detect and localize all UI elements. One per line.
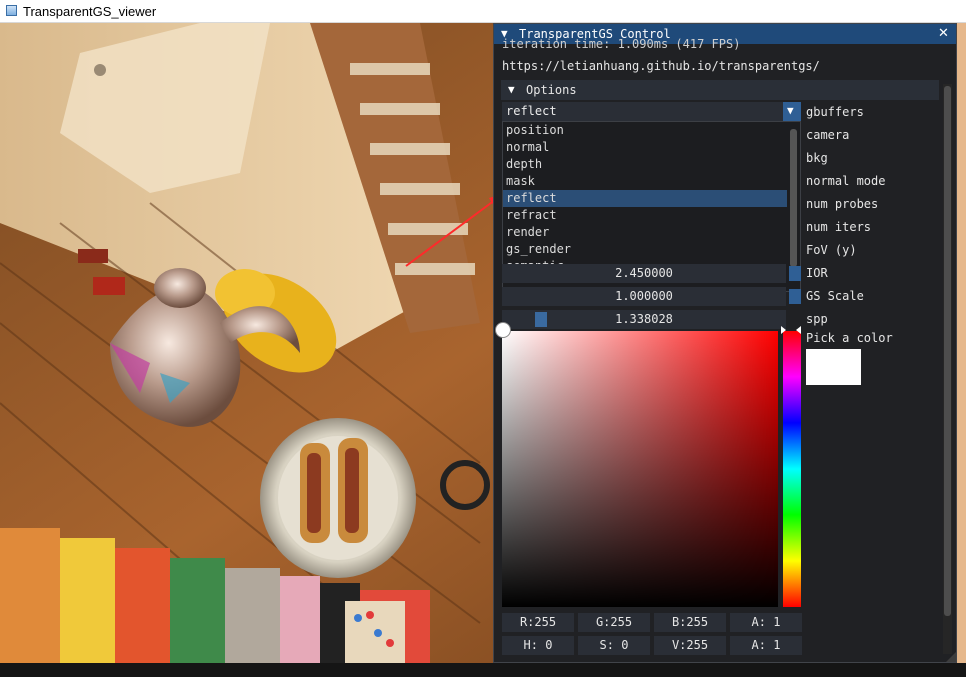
dropdown-item-selected[interactable]: reflect bbox=[503, 190, 787, 207]
red-input[interactable]: R:255 bbox=[502, 613, 574, 632]
ior-slider-grab[interactable] bbox=[789, 266, 801, 281]
combo-selected-value: reflect bbox=[506, 104, 557, 118]
label-normal-mode: normal mode bbox=[806, 174, 886, 188]
label-num-probes: num probes bbox=[806, 197, 879, 211]
gbuffers-combo[interactable]: reflect bbox=[502, 102, 801, 121]
gs-scale-slider[interactable]: 1.000000 bbox=[502, 287, 786, 306]
value-input[interactable]: V:255 bbox=[654, 636, 726, 655]
app-icon bbox=[6, 5, 17, 16]
frame-time-text: iteration time: 1.090ms (417 FPS) bbox=[502, 37, 741, 51]
label-gbuffers: gbuffers bbox=[806, 105, 864, 119]
color-swatch[interactable] bbox=[806, 349, 861, 385]
label-spp: spp bbox=[806, 312, 828, 326]
dropdown-scrollbar[interactable] bbox=[790, 129, 797, 267]
combo-arrow-icon: ▼ bbox=[787, 104, 794, 117]
panel-scrollbar-thumb[interactable] bbox=[944, 86, 951, 616]
project-url-text: https://letianhuang.github.io/transparen… bbox=[502, 59, 820, 73]
alpha-input-hsv[interactable]: A: 1 bbox=[730, 636, 802, 655]
label-ior: IOR bbox=[806, 266, 828, 280]
label-camera: camera bbox=[806, 128, 850, 142]
dropdown-item[interactable]: refract bbox=[503, 207, 787, 224]
picker-knob[interactable] bbox=[495, 322, 511, 338]
options-header-label: Options bbox=[526, 83, 577, 97]
resize-grip[interactable] bbox=[946, 652, 956, 662]
label-fov: FoV (y) bbox=[806, 243, 857, 257]
saturation-value-picker[interactable] bbox=[502, 331, 778, 607]
label-bkg: bkg bbox=[806, 151, 828, 165]
hue-input[interactable]: H: 0 bbox=[502, 636, 574, 655]
ior-value: 2.450000 bbox=[615, 266, 673, 280]
combo-arrow-button[interactable]: ▼ bbox=[783, 102, 801, 121]
dropdown-item[interactable]: depth bbox=[503, 156, 787, 173]
status-strip bbox=[0, 663, 966, 677]
label-gs-scale: GS Scale bbox=[806, 289, 864, 303]
collapse-arrow-icon: ▼ bbox=[508, 83, 515, 96]
green-input[interactable]: G:255 bbox=[578, 613, 650, 632]
spp-slider[interactable]: 1.338028 bbox=[502, 310, 786, 329]
options-header[interactable]: ▼ Options bbox=[501, 80, 939, 100]
label-num-iters: num iters bbox=[806, 220, 872, 234]
dropdown-item[interactable]: mask bbox=[503, 173, 787, 190]
hue-bar[interactable] bbox=[783, 331, 801, 607]
spp-value: 1.338028 bbox=[615, 312, 673, 326]
alpha-input[interactable]: A: 1 bbox=[730, 613, 802, 632]
ior-slider[interactable]: 2.450000 bbox=[502, 264, 786, 283]
dropdown-item[interactable]: normal bbox=[503, 139, 787, 156]
control-panel[interactable]: ▼ TransparentGS Control ✕ iteration time… bbox=[493, 23, 957, 663]
pick-color-label: Pick a color bbox=[806, 331, 893, 345]
hue-marker-right bbox=[796, 326, 801, 334]
close-icon[interactable]: ✕ bbox=[938, 26, 949, 41]
dropdown-item[interactable]: gs_render bbox=[503, 241, 787, 258]
window-title-bar[interactable]: TransparentGS_viewer bbox=[0, 0, 966, 23]
window-title: TransparentGS_viewer bbox=[23, 4, 157, 19]
gs-scale-value: 1.000000 bbox=[615, 289, 673, 303]
hue-marker-left bbox=[781, 326, 786, 334]
saturation-input[interactable]: S: 0 bbox=[578, 636, 650, 655]
dropdown-item[interactable]: position bbox=[503, 122, 787, 139]
dropdown-item[interactable]: render bbox=[503, 224, 787, 241]
blue-input[interactable]: B:255 bbox=[654, 613, 726, 632]
gs-scale-slider-grab[interactable] bbox=[789, 289, 801, 304]
